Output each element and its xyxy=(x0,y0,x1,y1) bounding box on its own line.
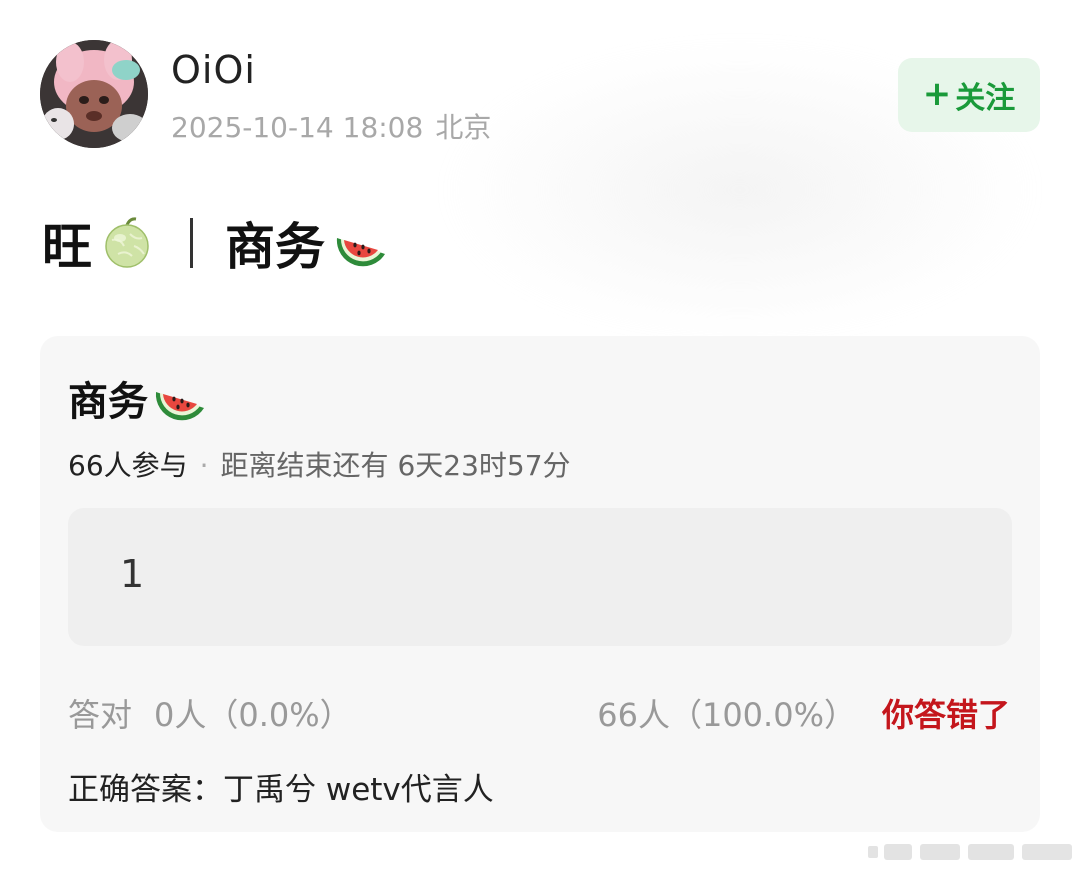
wrong-count: 66人（100.0%） xyxy=(597,696,856,734)
avatar[interactable] xyxy=(40,40,148,148)
subtitle-separator: · xyxy=(199,449,209,482)
melon-icon xyxy=(100,216,154,270)
time-remaining: 距离结束还有 6天23时57分 xyxy=(220,449,571,482)
watermelon-icon xyxy=(152,370,208,426)
follow-label: 关注 xyxy=(955,81,1016,116)
post-meta: 2025-10-14 18:08 北京 xyxy=(171,106,491,146)
post-location: 北京 xyxy=(435,111,492,144)
poll-card: 商务 66人参与 · 距离结束还有 6天23时57分 1 答对 0人（0.0%） xyxy=(40,336,1040,832)
avatar-image xyxy=(40,40,148,148)
post-title-part2: 商务 xyxy=(225,218,325,276)
correct-stats: 答对 0人（0.0%） xyxy=(68,690,352,736)
follow-button[interactable]: + 关注 xyxy=(898,58,1040,132)
correct-label: 答对 xyxy=(68,696,133,734)
poll-subtitle: 66人参与 · 距离结束还有 6天23时57分 xyxy=(68,444,571,484)
correct-count: 0人（0.0%） xyxy=(154,696,352,734)
watermark xyxy=(868,834,1074,870)
correct-answer: 正确答案：丁禹兮 wetv代言人 xyxy=(68,772,494,808)
poll-option-text: 1 xyxy=(120,552,145,596)
poll-title-text: 商务 xyxy=(68,379,148,425)
participant-count: 66人参与 xyxy=(68,449,188,482)
post-title-part1: 旺 xyxy=(42,218,92,276)
plus-icon: + xyxy=(922,73,952,114)
post-datetime: 2025-10-14 18:08 xyxy=(171,111,424,144)
poll-title: 商务 xyxy=(68,370,208,426)
post-title: 旺 商务 xyxy=(42,208,387,278)
wrong-answer-label: 你答错了 xyxy=(881,696,1010,734)
poll-option[interactable]: 1 xyxy=(68,508,1012,646)
title-divider xyxy=(190,218,193,268)
username[interactable]: OiOi xyxy=(171,48,256,92)
poll-post-page: OiOi 2025-10-14 18:08 北京 + 关注 旺 商务 商务 66… xyxy=(0,0,1080,876)
wrong-stats: 66人（100.0%） 你答错了 xyxy=(597,690,1010,736)
watermelon-icon xyxy=(333,216,387,270)
